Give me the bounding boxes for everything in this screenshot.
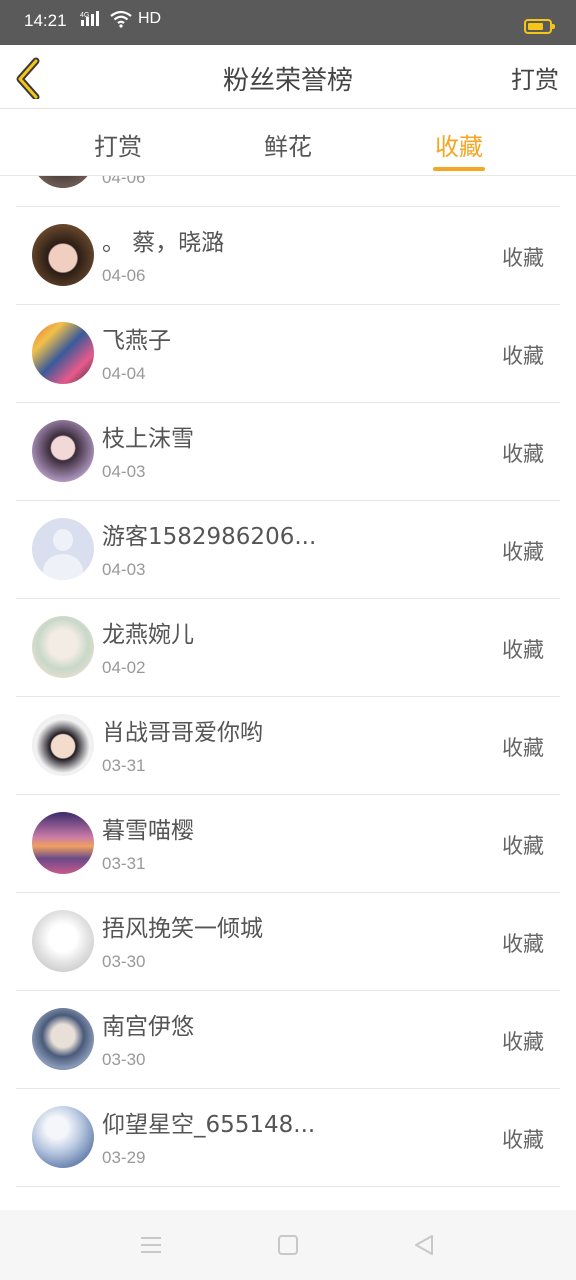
avatar	[32, 420, 94, 482]
avatar	[32, 1008, 94, 1070]
avatar	[32, 812, 94, 874]
date: 04-04	[102, 364, 146, 383]
default-avatar-icon	[32, 518, 94, 580]
date: 03-30	[102, 952, 146, 971]
list-item[interactable]: 龙燕婉儿 04-02 收藏	[16, 599, 560, 697]
list-item[interactable]: 04-06 收藏	[16, 176, 560, 207]
date: 04-03	[102, 560, 146, 579]
avatar	[32, 714, 94, 776]
user-name: 飞燕子	[102, 328, 171, 354]
tab-flowers[interactable]: 鲜花	[238, 127, 338, 162]
list-item[interactable]: 枝上沫雪 04-03 收藏	[16, 403, 560, 501]
action-label: 收藏	[502, 1128, 544, 1152]
list-item[interactable]: 。 蔡，晓潞 04-06 收藏	[16, 207, 560, 305]
date: 03-30	[102, 1050, 146, 1069]
avatar	[32, 176, 94, 188]
user-name: 南宫伊悠	[102, 1014, 194, 1040]
avatar	[32, 910, 94, 972]
action-label: 收藏	[502, 344, 544, 368]
user-name: 枝上沫雪	[102, 426, 194, 452]
back-triangle-icon[interactable]	[411, 1232, 437, 1258]
hd-badge: HD	[138, 10, 162, 27]
action-label: 收藏	[502, 736, 544, 760]
status-time: 14:21	[24, 11, 67, 30]
status-bar: 14:21 4G HD	[0, 0, 576, 45]
list-item[interactable]: 捂风挽笑一倾城 03-30 收藏	[16, 893, 560, 991]
date: 04-06	[102, 266, 146, 285]
list-item[interactable]: 仰望星空_655148... 03-29 收藏	[16, 1089, 560, 1187]
avatar	[32, 616, 94, 678]
action-label: 收藏	[502, 442, 544, 466]
header: 粉丝荣誉榜 打赏	[0, 45, 576, 109]
reward-button[interactable]: 打赏	[511, 60, 559, 95]
fan-list[interactable]: 04-06 收藏 。 蔡，晓潞 04-06 收藏 飞燕子 04-04 收藏 枝上…	[0, 176, 576, 1210]
status-icons: 4G HD	[80, 10, 161, 28]
date: 04-03	[102, 462, 146, 481]
action-label: 收藏	[502, 638, 544, 662]
user-name: 游客1582986206...	[102, 524, 317, 550]
menu-icon[interactable]	[138, 1232, 164, 1258]
list-item[interactable]: 游客1582986206... 04-03 收藏	[16, 501, 560, 599]
wifi-icon	[110, 10, 132, 28]
date: 03-31	[102, 756, 146, 775]
date: 03-31	[102, 854, 146, 873]
battery-icon	[524, 19, 555, 34]
date: 04-06	[102, 176, 146, 187]
user-name: 龙燕婉儿	[102, 622, 194, 648]
signal-icon: 4G	[80, 11, 99, 26]
page-title: 粉丝荣誉榜	[222, 66, 353, 96]
list-item[interactable]: 暮雪喵樱 03-31 收藏	[16, 795, 560, 893]
user-name: 捂风挽笑一倾城	[102, 916, 263, 942]
tab-favorites[interactable]: 收藏	[409, 127, 509, 162]
action-label: 收藏	[502, 246, 544, 270]
list-item[interactable]: 南宫伊悠 03-30 收藏	[16, 991, 560, 1089]
avatar	[32, 224, 94, 286]
user-name: 暮雪喵樱	[102, 818, 194, 844]
tab-reward[interactable]: 打赏	[68, 127, 168, 162]
home-square-icon[interactable]	[275, 1232, 301, 1258]
avatar	[32, 322, 94, 384]
user-name: 肖战哥哥爱你哟	[102, 720, 263, 746]
action-label: 收藏	[502, 932, 544, 956]
date: 04-02	[102, 658, 146, 677]
list-item[interactable]: 肖战哥哥爱你哟 03-31 收藏	[16, 697, 560, 795]
tab-bar: 打赏 鲜花 收藏	[0, 109, 576, 176]
user-name: 仰望星空_655148...	[102, 1112, 316, 1138]
active-tab-indicator	[433, 167, 485, 171]
list-item[interactable]: 飞燕子 04-04 收藏	[16, 305, 560, 403]
avatar	[32, 1106, 94, 1168]
action-label: 收藏	[502, 540, 544, 564]
system-nav-bar	[0, 1210, 576, 1280]
date: 03-29	[102, 1148, 146, 1167]
action-label: 收藏	[502, 834, 544, 858]
user-name: 。 蔡，晓潞	[102, 230, 225, 256]
action-label: 收藏	[502, 1030, 544, 1054]
